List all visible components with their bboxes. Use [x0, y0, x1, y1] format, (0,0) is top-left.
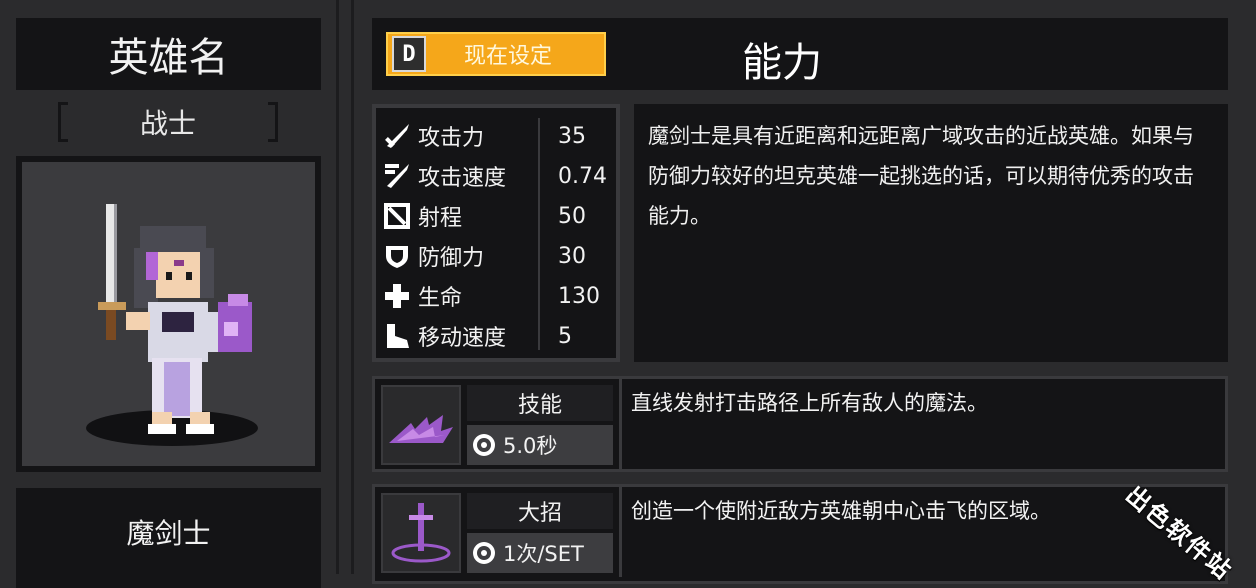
health-cross-icon — [382, 281, 412, 311]
section-title: 能力 — [742, 40, 822, 86]
stat-label: 攻击力 — [418, 126, 485, 151]
stat-row-defense: 防御力 30 — [382, 238, 616, 274]
ultimate-usage: 1次/SET — [467, 533, 613, 573]
skill-divider — [619, 379, 622, 469]
bow-range-icon — [382, 201, 412, 231]
hero-description: 魔剑士是具有近距离和远距离广域攻击的近战英雄。如果与防御力较好的坦克英雄一起挑选… — [634, 104, 1228, 362]
ability-header: D 现在设定 能力 — [372, 18, 1228, 90]
hero-name-label: 魔剑士 — [16, 488, 321, 588]
shield-defense-icon — [382, 241, 412, 271]
attack-speed-icon — [382, 161, 412, 191]
skill-description: 直线发射打击路径上所有敌人的魔法。 — [631, 391, 988, 415]
boot-speed-icon — [382, 321, 412, 351]
bracket-left — [58, 102, 68, 142]
ultimate-name: 大招 — [467, 493, 613, 529]
cooldown-icon — [473, 434, 495, 456]
skill-name: 技能 — [467, 385, 613, 421]
stat-value: 50 — [558, 203, 586, 229]
class-name: 战士 — [139, 107, 196, 140]
cooldown-icon — [473, 542, 495, 564]
column-divider — [336, 0, 354, 574]
stat-label: 防御力 — [418, 246, 485, 271]
ultimate-usage-value: 1次/SET — [503, 542, 584, 566]
preset-button-label: 现在设定 — [463, 44, 552, 69]
stat-value: 130 — [558, 283, 600, 309]
ultimate-description: 创造一个使附近敌方英雄朝中心击飞的区域。 — [631, 499, 1051, 523]
sword-circle-ultimate-icon — [381, 493, 461, 573]
hero-class-label: 战士 — [58, 100, 278, 144]
stat-value: 0.74 — [558, 163, 607, 189]
stat-value: 5 — [558, 323, 572, 349]
skill-card[interactable]: 技能 5.0秒 直线发射打击路径上所有敌人的魔法。 — [372, 376, 1228, 472]
stat-row-attack: 攻击力 35 — [382, 118, 616, 154]
stat-label: 生命 — [418, 286, 463, 311]
stat-row-range: 射程 50 — [382, 198, 616, 234]
hero-info-panel: 英雄名 战士 魔剑士 — [0, 0, 336, 588]
hotkey-d-icon: D — [392, 36, 426, 72]
skill-divider — [619, 487, 622, 577]
stat-row-move-speed: 移动速度 5 — [382, 318, 616, 354]
hero-panel-title: 英雄名 — [16, 18, 321, 90]
stat-label: 射程 — [418, 206, 463, 231]
stats-panel: 攻击力 35 攻击速度 0.74 射程 50 防御力 30 生命 130 移动速 — [372, 104, 620, 362]
hero-portrait — [22, 162, 315, 466]
skill-cooldown-value: 5.0秒 — [503, 434, 558, 458]
current-preset-button[interactable]: D 现在设定 — [386, 32, 606, 76]
hero-portrait-frame — [16, 156, 321, 472]
bracket-right — [268, 102, 278, 142]
stat-row-health: 生命 130 — [382, 278, 616, 314]
magic-swordsman-sprite — [86, 204, 258, 446]
stat-label: 攻击速度 — [418, 166, 507, 191]
stat-label: 移动速度 — [418, 326, 507, 351]
stat-value: 35 — [558, 123, 586, 149]
stat-value: 30 — [558, 243, 586, 269]
sword-attack-icon — [382, 121, 412, 151]
ultimate-card[interactable]: 大招 1次/SET 创造一个使附近敌方英雄朝中心击飞的区域。 — [372, 484, 1228, 584]
skill-cooldown: 5.0秒 — [467, 425, 613, 465]
magic-wave-skill-icon — [381, 385, 461, 465]
stat-row-attack-speed: 攻击速度 0.74 — [382, 158, 616, 194]
